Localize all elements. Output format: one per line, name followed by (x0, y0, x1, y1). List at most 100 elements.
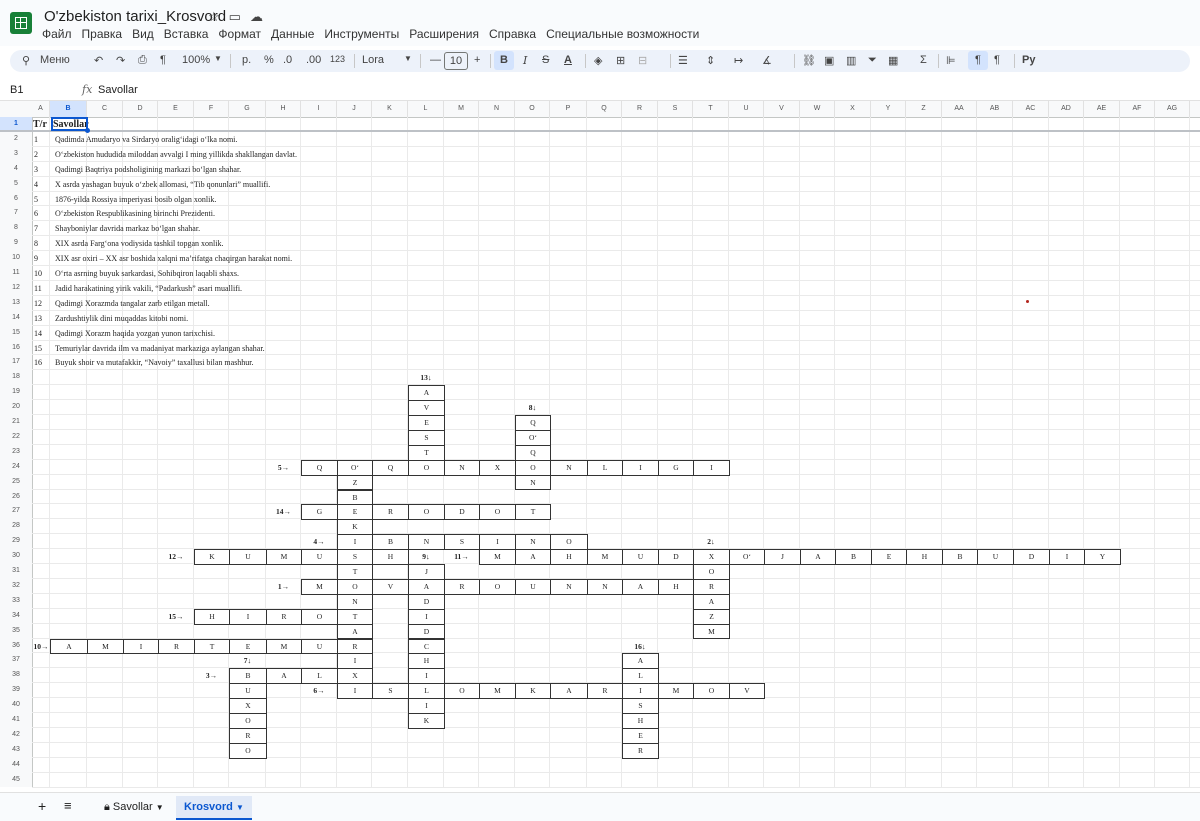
crossword-cell[interactable]: H (906, 549, 943, 565)
question-text[interactable]: Qadimgi Xorazm haqida yozgan yunon tarix… (55, 329, 215, 338)
column-header-X[interactable]: X (835, 101, 871, 117)
crossword-cell[interactable]: U (229, 683, 267, 700)
crossword-cell[interactable]: A (266, 668, 302, 685)
row-header-26[interactable]: 26 (0, 490, 32, 505)
crossword-cell[interactable]: T (337, 564, 373, 580)
text-direction-icon[interactable]: ¶ (968, 51, 988, 70)
question-number[interactable]: 8 (34, 239, 38, 248)
font-size-decrease-button[interactable]: — (430, 54, 441, 66)
row-header-6[interactable]: 6 (0, 192, 32, 207)
crossword-cell[interactable]: D (408, 623, 445, 640)
column-header-Y[interactable]: Y (871, 101, 906, 117)
crossword-cell[interactable]: U (515, 578, 551, 595)
cloud-icon[interactable]: ☁ (250, 9, 272, 24)
question-number[interactable]: 11 (34, 284, 42, 293)
menu-item-8[interactable]: Справка (489, 27, 536, 41)
row-header-27[interactable]: 27 (0, 504, 32, 519)
crossword-cell[interactable]: C (408, 638, 445, 655)
crossword-cell[interactable]: R (372, 504, 409, 521)
horizontal-align-icon[interactable]: ☰ (678, 54, 688, 67)
row-header-22[interactable]: 22 (0, 430, 32, 445)
row-header-21[interactable]: 21 (0, 415, 32, 430)
question-text[interactable]: XIX asrda Farg‘ona vodiysida tashkil top… (55, 239, 224, 248)
column-header-F[interactable]: F (194, 101, 229, 117)
crossword-cell[interactable]: H (658, 578, 694, 595)
row-header-25[interactable]: 25 (0, 475, 32, 490)
increase-decimal-button[interactable]: .00 (306, 54, 321, 66)
crossword-cell[interactable]: K (194, 549, 230, 565)
clue-label[interactable]: 3→ (194, 671, 229, 680)
column-header-O[interactable]: O (515, 101, 550, 117)
crossword-cell[interactable]: H (194, 608, 230, 625)
crossword-cell[interactable]: D (444, 504, 480, 521)
crossword-cell[interactable]: A (337, 623, 373, 640)
crossword-cell[interactable]: M (266, 549, 302, 565)
crossword-cell[interactable]: M (266, 638, 302, 655)
crossword-cell[interactable]: I (622, 683, 659, 700)
crossword-cell[interactable]: X (479, 459, 516, 476)
question-number[interactable]: 3 (34, 165, 38, 174)
frozen-row-divider[interactable] (0, 130, 1200, 132)
clue-label[interactable]: 8↓ (515, 403, 550, 412)
crossword-cell[interactable]: O (693, 564, 730, 580)
crossword-cell[interactable]: I (337, 534, 373, 551)
crossword-cell[interactable]: T (337, 608, 373, 625)
row-header-19[interactable]: 19 (0, 385, 32, 400)
question-text[interactable]: Shayboniylar davrida markaz bo‘lgan shah… (55, 224, 200, 233)
crossword-cell[interactable]: O (479, 504, 516, 521)
crossword-cell[interactable]: N (550, 578, 588, 595)
crossword-cell[interactable]: V (372, 578, 409, 595)
clue-label[interactable]: 4→ (301, 537, 337, 546)
row-header-18[interactable]: 18 (0, 370, 32, 385)
font-size-input[interactable]: 10 (444, 52, 468, 70)
crossword-cell[interactable]: U (229, 549, 267, 565)
row-header-34[interactable]: 34 (0, 609, 32, 624)
header-tr[interactable]: T/r (33, 119, 47, 130)
question-number[interactable]: 9 (34, 254, 38, 263)
crossword-cell[interactable]: I (622, 459, 659, 476)
crossword-cell[interactable]: D (408, 593, 445, 610)
crossword-cell[interactable]: R (229, 727, 267, 744)
crossword-cell[interactable]: H (408, 653, 445, 670)
crossword-cell[interactable]: A (50, 638, 88, 655)
strikethrough-button[interactable]: S (542, 54, 549, 66)
column-header-AE[interactable]: AE (1084, 101, 1120, 117)
row-header-3[interactable]: 3 (0, 147, 32, 162)
row-header-23[interactable]: 23 (0, 445, 32, 460)
crossword-cell[interactable]: N (515, 534, 551, 551)
menu-search[interactable]: Меню (40, 54, 70, 66)
crossword-cell[interactable]: U (977, 549, 1014, 565)
column-header-AD[interactable]: AD (1049, 101, 1084, 117)
zoom-select[interactable]: 100% (182, 54, 210, 66)
search-icon[interactable]: ⚲ (22, 54, 30, 67)
crossword-cell[interactable]: O (515, 459, 551, 476)
row-header-44[interactable]: 44 (0, 758, 32, 773)
crossword-cell[interactable]: I (693, 459, 730, 476)
italic-button[interactable]: I (523, 54, 527, 67)
selected-cell[interactable] (51, 117, 90, 133)
crossword-cell[interactable]: S (372, 683, 409, 700)
question-text[interactable]: X asrda yashagan buyuk o‘zbek allomasi, … (55, 180, 270, 189)
crossword-cell[interactable]: A (408, 385, 445, 402)
crossword-cell[interactable]: M (587, 549, 623, 565)
paint-format-icon[interactable]: ¶ (160, 54, 166, 66)
crossword-cell[interactable]: R (444, 578, 480, 595)
column-header-J[interactable]: J (337, 101, 372, 117)
row-header-10[interactable]: 10 (0, 251, 32, 266)
menu-item-6[interactable]: Инструменты (324, 27, 399, 41)
crossword-cell[interactable]: L (622, 668, 659, 685)
crossword-cell[interactable]: A (693, 593, 730, 610)
crossword-cell[interactable]: O (337, 578, 373, 595)
column-header-H[interactable]: H (266, 101, 301, 117)
row-header-40[interactable]: 40 (0, 698, 32, 713)
crossword-cell[interactable]: H (622, 713, 659, 729)
question-text[interactable]: O‘rta asrning buyuk sarkardasi, Sohibqir… (55, 269, 239, 278)
question-number[interactable]: 4 (34, 180, 38, 189)
crossword-cell[interactable]: I (123, 638, 159, 655)
crossword-cell[interactable]: I (337, 653, 373, 670)
crossword-cell[interactable]: R (337, 638, 373, 655)
question-number[interactable]: 16 (34, 358, 42, 367)
menu-item-7[interactable]: Расширения (409, 27, 479, 41)
column-header-D[interactable]: D (123, 101, 158, 117)
question-text[interactable]: Jadid harakatining yirik vakili, “Padark… (55, 284, 242, 293)
